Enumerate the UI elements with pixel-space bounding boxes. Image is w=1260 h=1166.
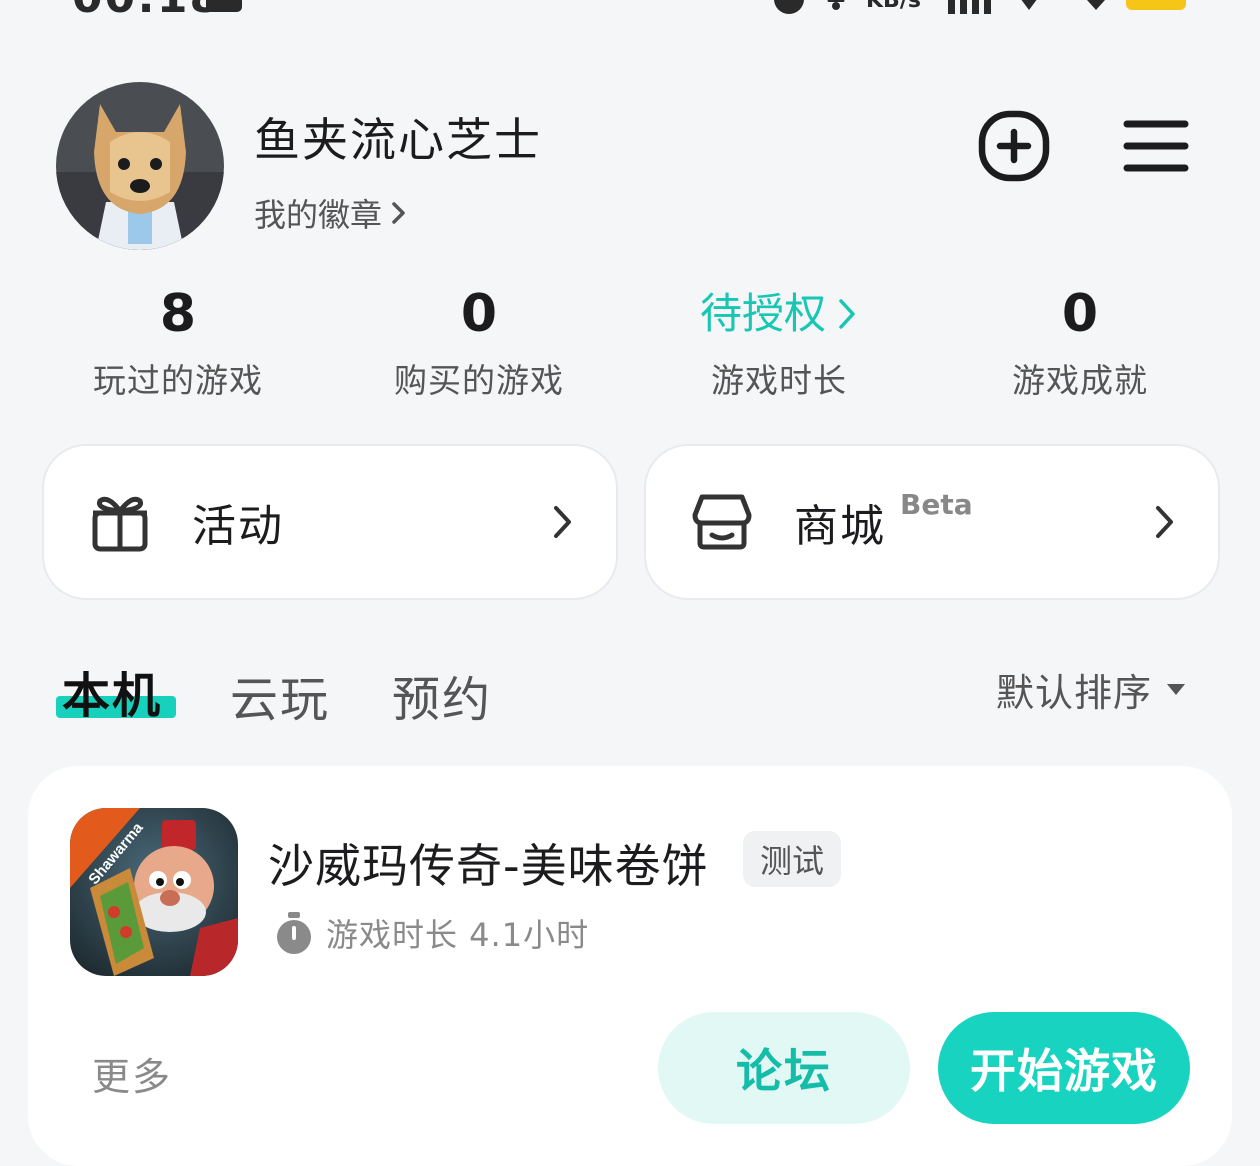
tab-local[interactable]: 本机 (62, 656, 162, 726)
game-icon[interactable]: Shawarma (70, 808, 238, 976)
activity-card[interactable]: 活动 (42, 444, 618, 600)
activity-label: 活动 (192, 501, 284, 552)
game-title[interactable]: 沙威玛传奇-美味卷饼 (268, 830, 709, 896)
stat-purchased-games[interactable]: 0 购买的游戏 (329, 282, 629, 402)
shop-label: 商城 (794, 501, 886, 552)
stat-play-time[interactable]: 待授权 游戏时长 (629, 282, 929, 402)
add-button[interactable] (976, 108, 1052, 184)
stat-achievements[interactable]: 0 游戏成就 (930, 282, 1230, 402)
mute-icon (818, 0, 854, 10)
menu-button[interactable] (1118, 108, 1194, 184)
sort-label: 默认排序 (996, 671, 1153, 715)
stat-label: 游戏时长 (711, 361, 847, 400)
tab-reservation[interactable]: 预约 (392, 660, 492, 730)
chevron-right-icon (1156, 506, 1173, 538)
status-notification-icon (206, 0, 242, 12)
status-time: 00:18 (72, 0, 222, 23)
game-playtime: 游戏时长 4.1小时 (274, 910, 589, 956)
battery-icon (1126, 0, 1186, 10)
gift-icon (92, 496, 148, 552)
chevron-right-icon (392, 202, 405, 224)
stat-label: 游戏成就 (1012, 361, 1148, 400)
signal-icon (948, 0, 992, 18)
sort-dropdown[interactable]: 默认排序 (996, 662, 1186, 717)
playtime-text: 游戏时长 4.1小时 (326, 916, 590, 954)
stat-value: 0 (460, 284, 498, 344)
wifi-icon (1014, 0, 1044, 16)
username: 鱼夹流心芝士 (254, 113, 542, 167)
start-game-button[interactable]: 开始游戏 (938, 1012, 1190, 1124)
wifi6-icon (1078, 0, 1114, 16)
stat-value: 8 (159, 284, 197, 344)
forum-button[interactable]: 论坛 (658, 1012, 910, 1124)
shop-icon (692, 494, 752, 550)
more-button[interactable]: 更多 (92, 1046, 172, 1101)
stat-value: 待授权 (629, 282, 929, 346)
tab-cloud[interactable]: 云玩 (230, 660, 330, 730)
menu-icon (1123, 120, 1189, 172)
net-speed: KB/s (866, 0, 921, 13)
beta-badge: Beta (900, 488, 973, 521)
stat-played-games[interactable]: 8 玩过的游戏 (28, 282, 328, 402)
my-badges-link[interactable]: 我的徽章 (254, 190, 410, 236)
my-badges-label: 我的徽章 (254, 196, 383, 234)
status-dot-icon (774, 0, 804, 14)
avatar[interactable] (56, 82, 224, 250)
stat-label: 玩过的游戏 (93, 361, 263, 400)
chevron-right-icon (554, 506, 571, 538)
authorize-pending-label: 待授权 (699, 289, 826, 338)
plus-circle-icon (978, 110, 1050, 182)
chevron-right-icon (839, 299, 855, 329)
stat-value: 0 (1061, 284, 1099, 344)
test-tag: 测试 (743, 831, 841, 887)
stat-label: 购买的游戏 (394, 361, 564, 400)
stopwatch-icon (277, 912, 311, 954)
shop-card[interactable]: 商城 Beta (644, 444, 1220, 600)
caret-down-icon (1167, 683, 1186, 695)
